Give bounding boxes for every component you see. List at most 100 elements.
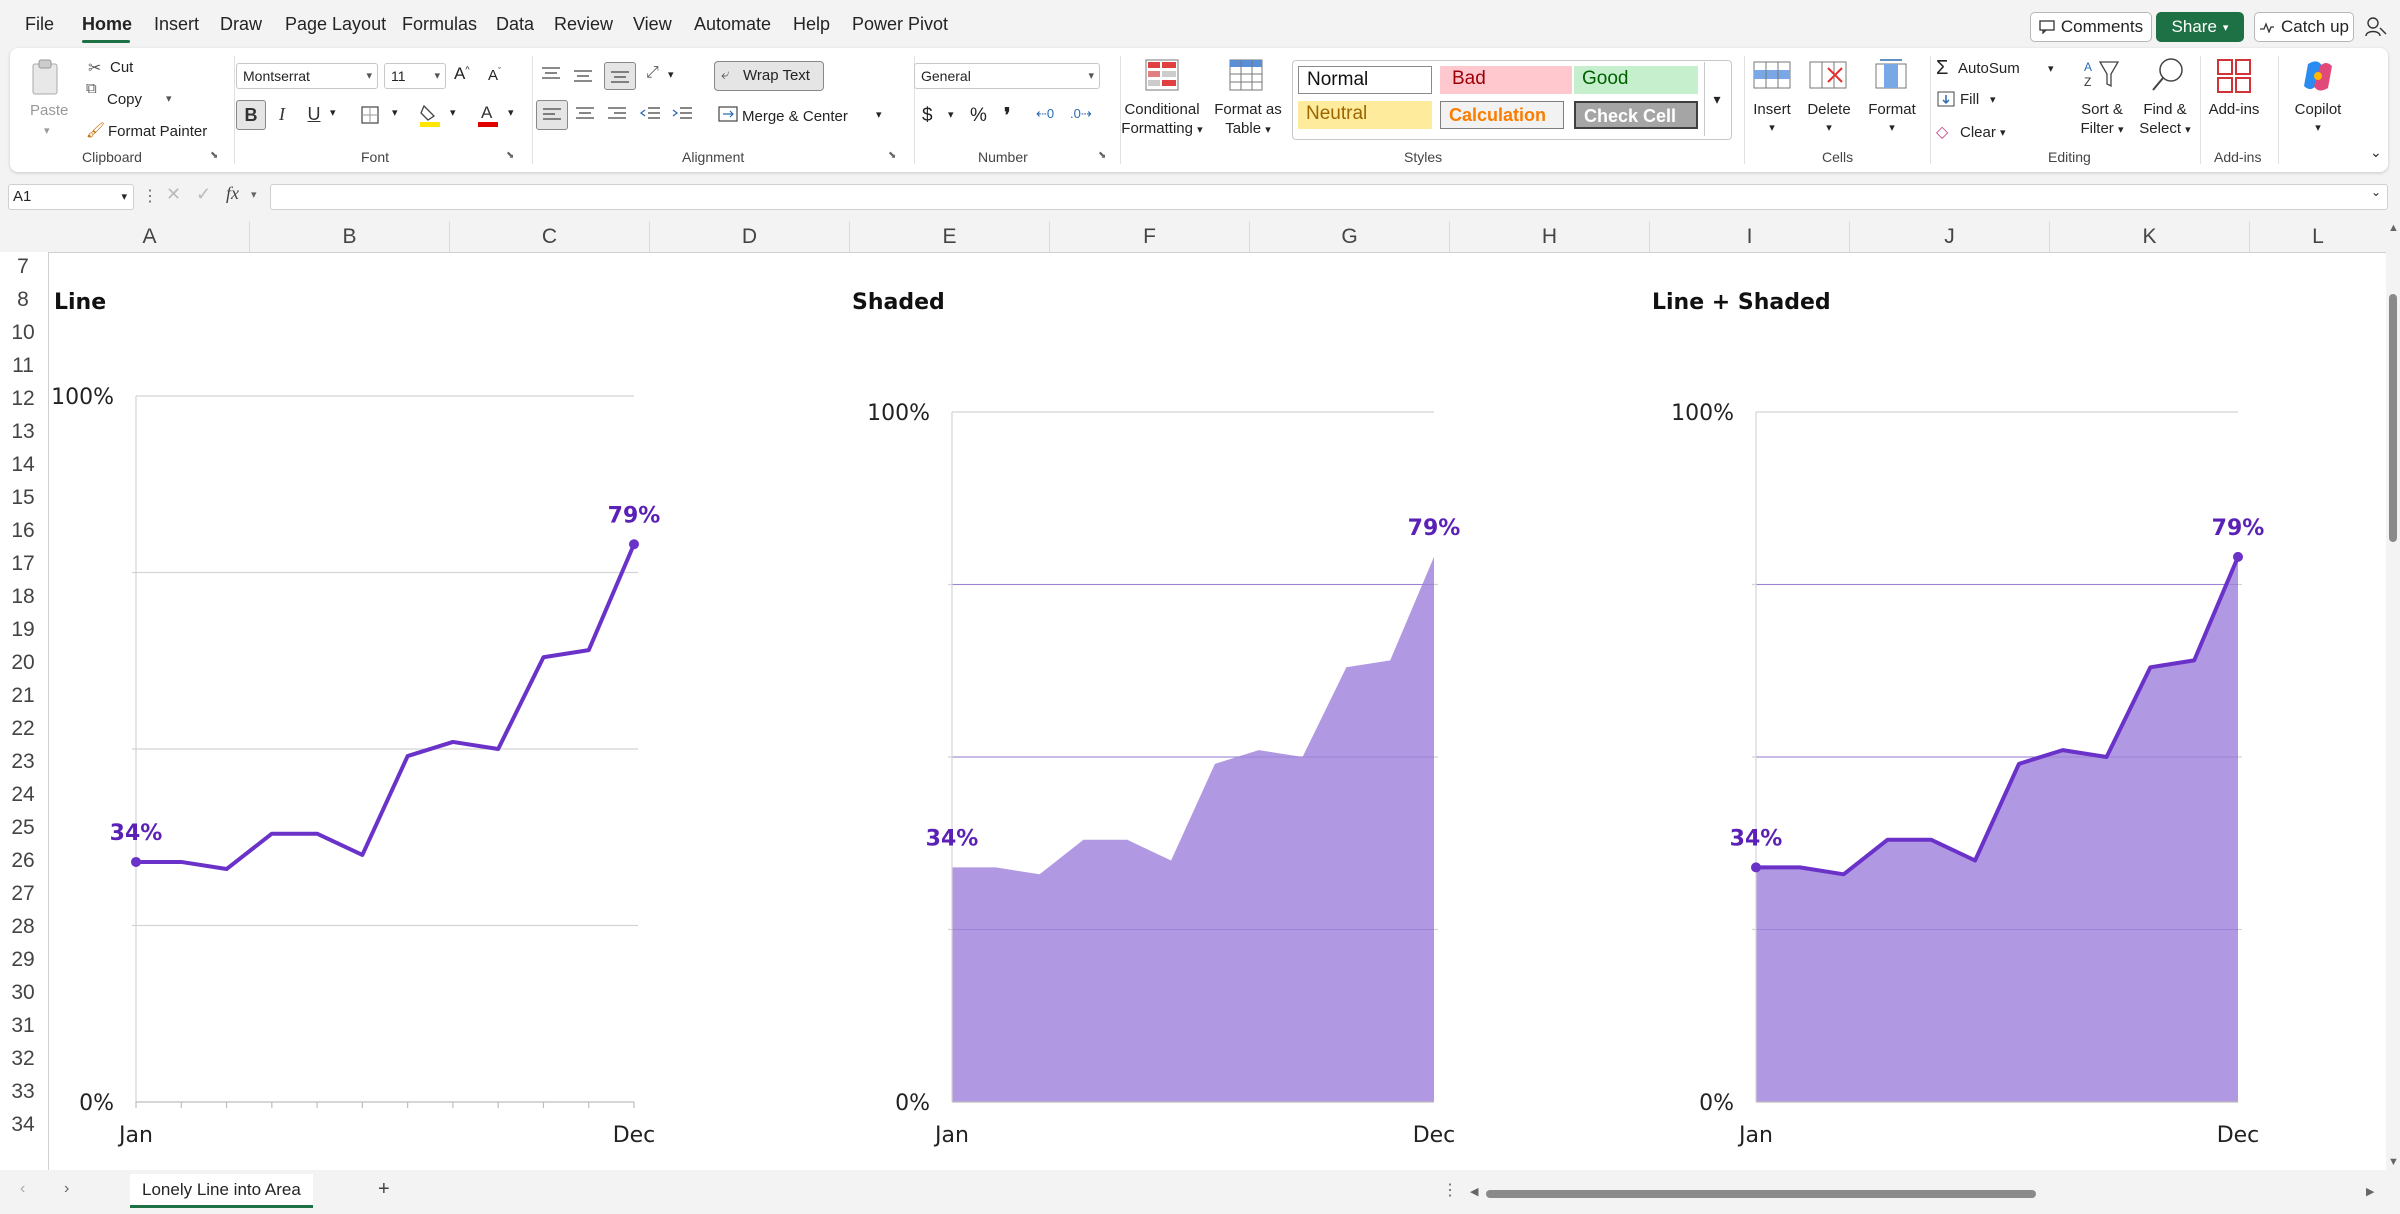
menu-draw[interactable]: Draw	[220, 14, 262, 35]
more-options-icon[interactable]: ⋮	[1442, 1180, 1458, 1200]
menu-insert[interactable]: Insert	[154, 14, 199, 35]
insert-cells-icon[interactable]	[1752, 60, 1792, 90]
clear-button[interactable]: Clear	[1960, 124, 1996, 141]
enter-icon[interactable]: ✓	[196, 184, 211, 205]
autosum-button[interactable]: AutoSum	[1958, 60, 2020, 77]
style-good[interactable]: Good	[1574, 66, 1698, 94]
menu-power-pivot[interactable]: Power Pivot	[852, 14, 948, 35]
format-painter-button[interactable]: Format Painter	[108, 123, 207, 140]
decrease-decimal-icon[interactable]: .0⇢	[1070, 106, 1092, 122]
chevron-down-icon[interactable]: ▾	[668, 68, 674, 81]
more-options-icon[interactable]: ⋮	[142, 186, 158, 206]
menu-data[interactable]: Data	[496, 14, 534, 35]
dialog-launcher-icon[interactable]: ⬊	[506, 150, 514, 161]
find-select-icon[interactable]	[2150, 56, 2186, 94]
comma-style-icon[interactable]: ❜	[1004, 103, 1010, 128]
menu-file[interactable]: File	[25, 14, 54, 35]
menu-review[interactable]: Review	[554, 14, 613, 35]
increase-font-size-icon[interactable]: A^	[454, 64, 470, 84]
chevron-down-icon[interactable]: ▾	[392, 106, 398, 119]
font-family-select[interactable]: Montserrat ▾	[236, 63, 378, 89]
copy-chevron-icon[interactable]: ▾	[166, 92, 172, 105]
chevron-down-icon[interactable]: ▾	[2000, 126, 2006, 139]
orientation-icon[interactable]: ⤢	[646, 64, 659, 82]
dialog-launcher-icon[interactable]: ⬊	[210, 150, 218, 161]
fill-button[interactable]: Fill	[1960, 91, 1979, 108]
menu-home[interactable]: Home	[82, 14, 132, 35]
vertical-scroll-thumb[interactable]	[2389, 294, 2397, 542]
eraser-icon[interactable]: ◇	[1936, 122, 1948, 142]
find-select-button[interactable]: Find & Select ▾	[2132, 100, 2198, 140]
bold-button[interactable]: B	[236, 100, 266, 130]
collapse-ribbon-icon[interactable]: ⌄	[2370, 144, 2382, 161]
formula-input[interactable]: ⌄	[270, 184, 2388, 210]
horizontal-scroll-thumb[interactable]	[1486, 1190, 2036, 1198]
insert-button[interactable]: Insert ▾	[1746, 100, 1798, 138]
fill-color-icon[interactable]	[418, 102, 442, 128]
paste-icon[interactable]	[30, 58, 62, 98]
person-search-icon[interactable]	[2364, 16, 2388, 38]
add-ins-button[interactable]: Add-ins	[2204, 100, 2264, 119]
font-size-select[interactable]: 11 ▾	[384, 63, 446, 89]
menu-formulas[interactable]: Formulas	[402, 14, 477, 35]
add-sheet-button[interactable]: +	[378, 1178, 390, 1201]
scroll-right-icon[interactable]: ▶	[2366, 1185, 2374, 1198]
align-left-button[interactable]	[536, 100, 568, 130]
menu-automate[interactable]: Automate	[694, 14, 771, 35]
styles-more-icon[interactable]: ▾	[1704, 62, 1729, 136]
menu-view[interactable]: View	[633, 14, 672, 35]
delete-button[interactable]: Delete ▾	[1800, 100, 1858, 138]
align-middle-icon[interactable]	[572, 68, 594, 84]
name-box[interactable]: A1 ▾	[8, 184, 134, 210]
style-bad[interactable]: Bad	[1440, 66, 1572, 94]
chevron-down-icon[interactable]: ▾	[330, 106, 336, 119]
increase-indent-icon[interactable]	[672, 106, 694, 124]
sheet-tab-active[interactable]: Lonely Line into Area	[130, 1174, 313, 1208]
cancel-icon[interactable]: ✕	[166, 184, 181, 205]
conditional-formatting-button[interactable]: Conditional Formatting ▾	[1120, 100, 1204, 140]
copilot-button[interactable]: Copilot ▾	[2288, 100, 2348, 138]
style-normal[interactable]: Normal	[1298, 66, 1432, 94]
chevron-down-icon[interactable]: ▾	[2048, 62, 2054, 75]
decrease-indent-icon[interactable]	[640, 106, 662, 124]
align-top-icon[interactable]	[540, 66, 562, 82]
merge-center-button[interactable]: Merge & Center	[742, 108, 848, 125]
copilot-icon[interactable]	[2300, 58, 2336, 94]
scroll-up-icon[interactable]: ▲	[2388, 222, 2399, 234]
currency-icon[interactable]: $	[922, 105, 933, 127]
autosum-icon[interactable]: Σ	[1936, 57, 1948, 80]
format-as-table-button[interactable]: Format as Table ▾	[1210, 100, 1286, 140]
share-button[interactable]: Share ▾	[2156, 12, 2244, 42]
menu-page-layout[interactable]: Page Layout	[285, 14, 386, 35]
style-neutral[interactable]: Neutral	[1298, 101, 1432, 129]
borders-icon[interactable]	[360, 105, 380, 125]
horizontal-scrollbar[interactable]: ◀ ▶	[1470, 1185, 2380, 1200]
copy-button[interactable]: Copy	[107, 91, 142, 108]
catch-up-button[interactable]: Catch up	[2254, 12, 2354, 42]
delete-cells-icon[interactable]	[1808, 60, 1848, 90]
decrease-font-size-icon[interactable]: Aˇ	[488, 66, 501, 84]
format-as-table-icon[interactable]	[1228, 58, 1264, 92]
scroll-down-icon[interactable]: ▼	[2388, 1156, 2399, 1168]
chevron-down-icon[interactable]: ▾	[876, 108, 882, 121]
dialog-launcher-icon[interactable]: ⬊	[1098, 150, 1106, 161]
worksheet-grid[interactable]: A B C D E F G H I J K L 7 8 10 11 12 13 …	[0, 222, 2400, 1170]
insert-function-icon[interactable]: fx	[226, 183, 239, 204]
align-bottom-button[interactable]	[604, 62, 636, 90]
add-ins-icon[interactable]	[2216, 58, 2252, 94]
format-button[interactable]: Format ▾	[1862, 100, 1922, 138]
cut-button[interactable]: Cut	[110, 59, 133, 76]
wrap-text-button[interactable]: ⤶ Wrap Text	[714, 61, 824, 91]
vertical-scrollbar[interactable]: ▲ ▼	[2386, 222, 2400, 1170]
italic-button[interactable]: I	[268, 100, 296, 128]
comments-button[interactable]: Comments	[2030, 12, 2152, 42]
expand-formula-icon[interactable]: ⌄	[2371, 185, 2381, 199]
sort-filter-button[interactable]: Sort & Filter ▾	[2072, 100, 2132, 140]
previous-sheet-icon[interactable]: ‹	[20, 1180, 25, 1198]
increase-decimal-icon[interactable]: ⇠0	[1036, 106, 1054, 122]
chevron-down-icon[interactable]: ▾	[450, 106, 456, 119]
sort-filter-icon[interactable]: A Z	[2082, 58, 2122, 92]
align-center-icon[interactable]	[574, 106, 596, 124]
chevron-down-icon[interactable]: ▾	[948, 108, 954, 121]
number-format-select[interactable]: General ▾	[914, 63, 1100, 89]
